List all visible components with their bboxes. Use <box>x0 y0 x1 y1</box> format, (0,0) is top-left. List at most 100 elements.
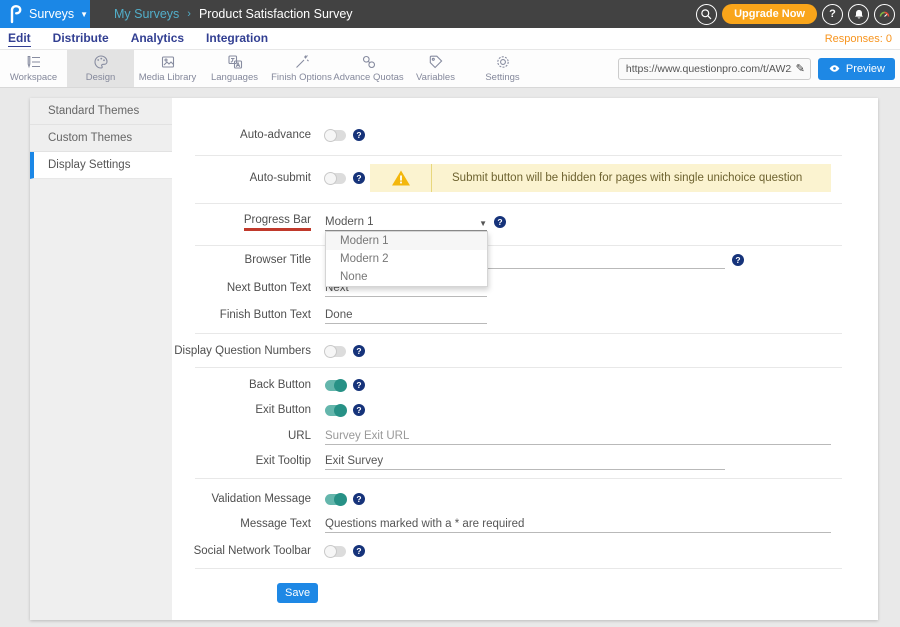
search-icon <box>700 8 713 21</box>
responses-count[interactable]: Responses: 0 <box>825 33 892 45</box>
display-settings-panel: Auto-advance ? Auto-submit ? S <box>172 98 878 620</box>
product-menu-label: Surveys <box>29 7 74 21</box>
toolbar-item-design[interactable]: Design <box>67 50 134 87</box>
social-network-toolbar-toggle[interactable] <box>325 546 346 557</box>
tag-icon <box>428 54 444 70</box>
auto-submit-warning: Submit button will be hidden for pages w… <box>370 164 831 192</box>
exit-tooltip-input[interactable]: Exit Survey <box>325 452 725 470</box>
dropdown-option-modern-1[interactable]: Modern 1 <box>326 232 487 250</box>
toolbar-item-advance-quotas[interactable]: Advance Quotas <box>335 50 402 87</box>
auto-advance-toggle[interactable] <box>325 130 346 141</box>
display-question-numbers-toggle[interactable] <box>325 346 346 357</box>
magic-wand-icon <box>294 54 310 70</box>
toolbar-item-settings[interactable]: Settings <box>469 50 536 87</box>
toolbar-item-finish-options[interactable]: Finish Options <box>268 50 335 87</box>
eye-icon <box>828 62 841 75</box>
message-text-input[interactable]: Questions marked with a * are required <box>325 515 831 533</box>
validation-message-help-icon[interactable]: ? <box>353 493 365 505</box>
divider <box>195 245 842 246</box>
help-button[interactable]: ? <box>822 4 843 25</box>
survey-url[interactable]: https://www.questionpro.com/t/AW22Zh44 <box>626 63 792 75</box>
bell-icon <box>853 8 865 20</box>
browser-title-help-icon[interactable]: ? <box>732 254 744 266</box>
auto-submit-label: Auto-submit <box>172 172 311 184</box>
finish-button-text-input[interactable]: Done <box>325 306 487 324</box>
image-icon <box>160 54 176 70</box>
social-network-toolbar-help-icon[interactable]: ? <box>353 545 365 557</box>
display-question-numbers-help-icon[interactable]: ? <box>353 345 365 357</box>
auto-advance-help-icon[interactable]: ? <box>353 129 365 141</box>
gauge-icon <box>878 8 891 21</box>
exit-button-help-icon[interactable]: ? <box>353 404 365 416</box>
breadcrumb: My Surveys › Product Satisfaction Survey <box>114 7 353 21</box>
auto-submit-toggle[interactable] <box>325 173 346 184</box>
auto-advance-label: Auto-advance <box>172 129 311 141</box>
progress-bar-select[interactable]: Modern 1 ▼ <box>325 213 487 231</box>
message-text-label: Message Text <box>172 518 311 530</box>
questionpro-logo-icon <box>7 4 24 24</box>
auto-submit-help-icon[interactable]: ? <box>353 172 365 184</box>
sidebar-item-standard-themes[interactable]: Standard Themes <box>30 98 172 125</box>
divider <box>195 155 842 156</box>
divider <box>195 333 842 334</box>
red-annotation-underline: Progress Bar <box>244 214 311 231</box>
product-switcher[interactable]: Surveys ▼ <box>0 0 90 28</box>
divider <box>195 203 842 204</box>
breadcrumb-current: Product Satisfaction Survey <box>199 7 353 21</box>
preview-button[interactable]: Preview <box>818 58 895 80</box>
exit-url-input[interactable]: Survey Exit URL <box>325 427 831 445</box>
tab-distribute[interactable]: Distribute <box>53 31 109 46</box>
back-button-help-icon[interactable]: ? <box>353 379 365 391</box>
exit-url-label: URL <box>172 430 311 442</box>
breadcrumb-separator-icon: › <box>187 8 191 20</box>
dropdown-option-none[interactable]: None <box>326 268 487 286</box>
account-usage-button[interactable] <box>874 4 895 25</box>
back-button-toggle[interactable] <box>325 380 346 391</box>
tab-analytics[interactable]: Analytics <box>131 31 184 46</box>
edit-toolbar: Workspace Design Media Library Languages… <box>0 50 900 88</box>
warning-triangle-icon <box>391 169 411 187</box>
warning-message: Submit button will be hidden for pages w… <box>432 172 802 184</box>
finish-button-text-label: Finish Button Text <box>172 309 311 321</box>
tab-edit[interactable]: Edit <box>8 31 31 47</box>
toolbar-item-workspace[interactable]: Workspace <box>0 50 67 87</box>
progress-bar-help-icon[interactable]: ? <box>494 216 506 228</box>
palette-icon <box>93 54 109 70</box>
exit-button-label: Exit Button <box>172 404 311 416</box>
sidebar-item-custom-themes[interactable]: Custom Themes <box>30 125 172 152</box>
social-network-toolbar-label: Social Network Toolbar <box>172 545 311 557</box>
progress-bar-label: Progress Bar <box>172 214 311 231</box>
toolbar-item-variables[interactable]: Variables <box>402 50 469 87</box>
divider <box>195 478 842 479</box>
progress-bar-value: Modern 1 <box>325 216 374 228</box>
notifications-button[interactable] <box>848 4 869 25</box>
divider <box>195 568 842 569</box>
survey-nav: Edit Distribute Analytics Integration Re… <box>0 28 900 50</box>
chain-links-icon <box>361 54 377 70</box>
next-button-text-label: Next Button Text <box>172 282 311 294</box>
breadcrumb-parent[interactable]: My Surveys <box>114 7 179 21</box>
progress-bar-dropdown: Modern 1 Modern 2 None <box>325 231 488 287</box>
toolbar-item-languages[interactable]: Languages <box>201 50 268 87</box>
sidebar-item-display-settings[interactable]: Display Settings <box>30 152 172 179</box>
upgrade-now-button[interactable]: Upgrade Now <box>722 4 817 24</box>
validation-message-label: Validation Message <box>172 493 311 505</box>
workspace-icon <box>26 54 42 70</box>
survey-url-box[interactable]: https://www.questionpro.com/t/AW22Zh44 ✎ <box>618 58 811 80</box>
search-button[interactable] <box>696 4 717 25</box>
translate-icon <box>227 54 243 70</box>
tab-integration[interactable]: Integration <box>206 31 268 46</box>
chevron-down-icon: ▼ <box>479 219 487 228</box>
exit-button-toggle[interactable] <box>325 405 346 416</box>
dropdown-option-modern-2[interactable]: Modern 2 <box>326 250 487 268</box>
save-button[interactable]: Save <box>277 583 318 603</box>
edit-url-icon[interactable]: ✎ <box>796 62 805 75</box>
browser-title-label: Browser Title <box>172 254 311 266</box>
chevron-down-icon: ▼ <box>80 10 88 19</box>
top-bar: Surveys ▼ My Surveys › Product Satisfact… <box>0 0 900 28</box>
exit-tooltip-label: Exit Tooltip <box>172 455 311 467</box>
design-settings-card: Standard Themes Custom Themes Display Se… <box>30 98 878 620</box>
validation-message-toggle[interactable] <box>325 494 346 505</box>
gear-icon <box>495 54 511 70</box>
toolbar-item-media-library[interactable]: Media Library <box>134 50 201 87</box>
